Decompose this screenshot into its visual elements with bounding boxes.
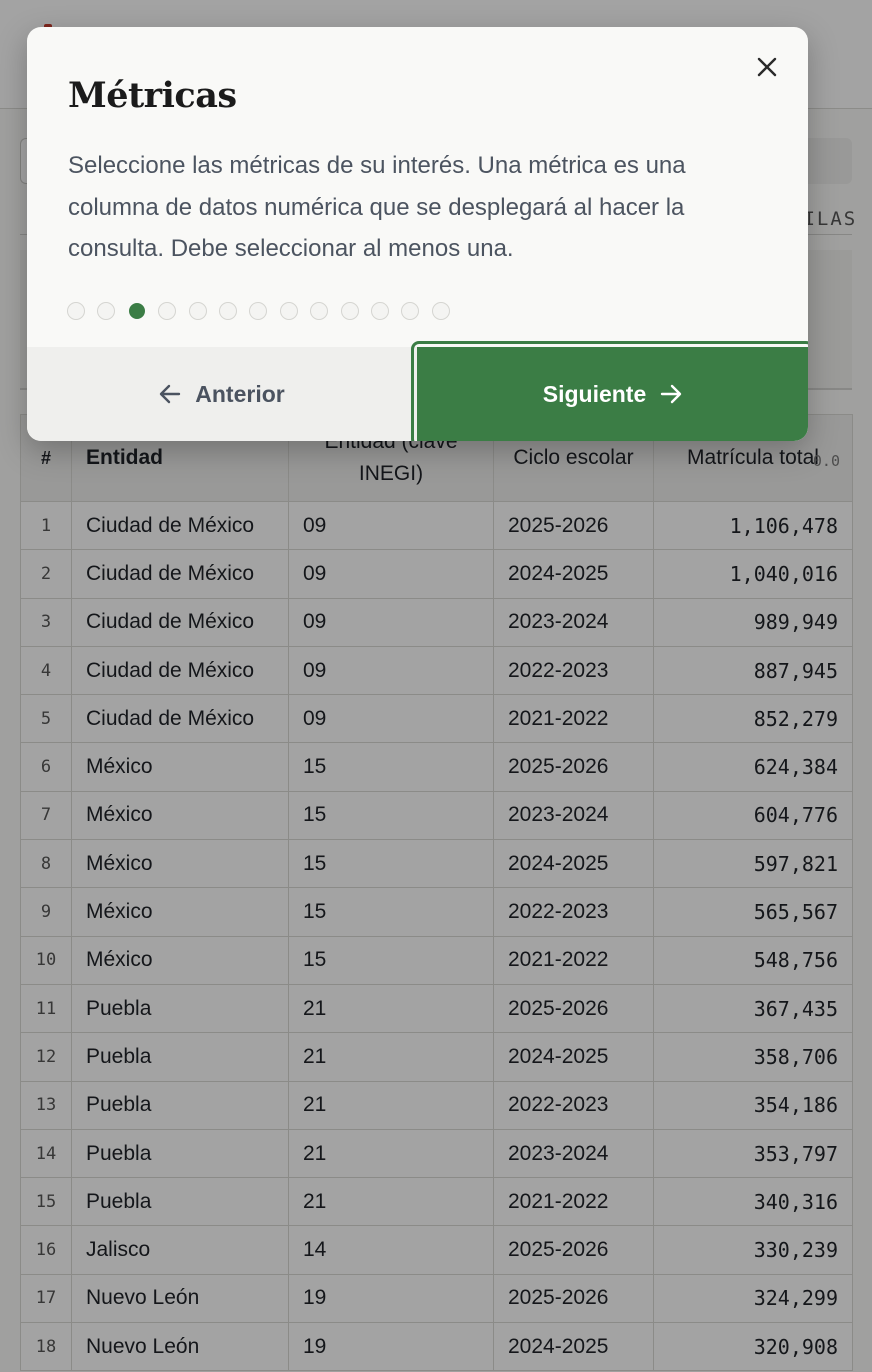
previous-button[interactable]: Anterior	[27, 347, 417, 441]
step-dot[interactable]	[310, 302, 329, 320]
step-dot[interactable]	[431, 302, 450, 320]
dialog-title: Métricas	[68, 75, 237, 116]
step-dot[interactable]	[401, 302, 420, 320]
previous-button-label: Anterior	[195, 380, 285, 407]
close-icon	[757, 57, 777, 77]
arrow-right-icon	[661, 384, 682, 404]
dialog-description: Seleccione las métricas de su interés. U…	[68, 152, 686, 262]
tour-dialog: Métricas Seleccione las métricas de su i…	[27, 27, 808, 441]
step-dot-active[interactable]	[128, 303, 145, 319]
step-dot[interactable]	[67, 302, 85, 320]
next-button-label: Siguiente	[542, 380, 647, 407]
step-indicator	[67, 302, 450, 320]
step-dot[interactable]	[158, 302, 177, 320]
step-dot[interactable]	[340, 302, 359, 320]
step-dot[interactable]	[249, 302, 268, 320]
dialog-footer: Anterior Siguiente	[27, 341, 808, 441]
step-dot[interactable]	[370, 302, 389, 320]
step-dot[interactable]	[188, 302, 207, 320]
close-button[interactable]	[751, 51, 783, 83]
step-dot[interactable]	[97, 302, 116, 320]
step-dot[interactable]	[218, 302, 237, 320]
step-dot[interactable]	[279, 302, 298, 320]
arrow-left-icon	[160, 384, 181, 404]
next-button[interactable]: Siguiente	[417, 347, 808, 441]
